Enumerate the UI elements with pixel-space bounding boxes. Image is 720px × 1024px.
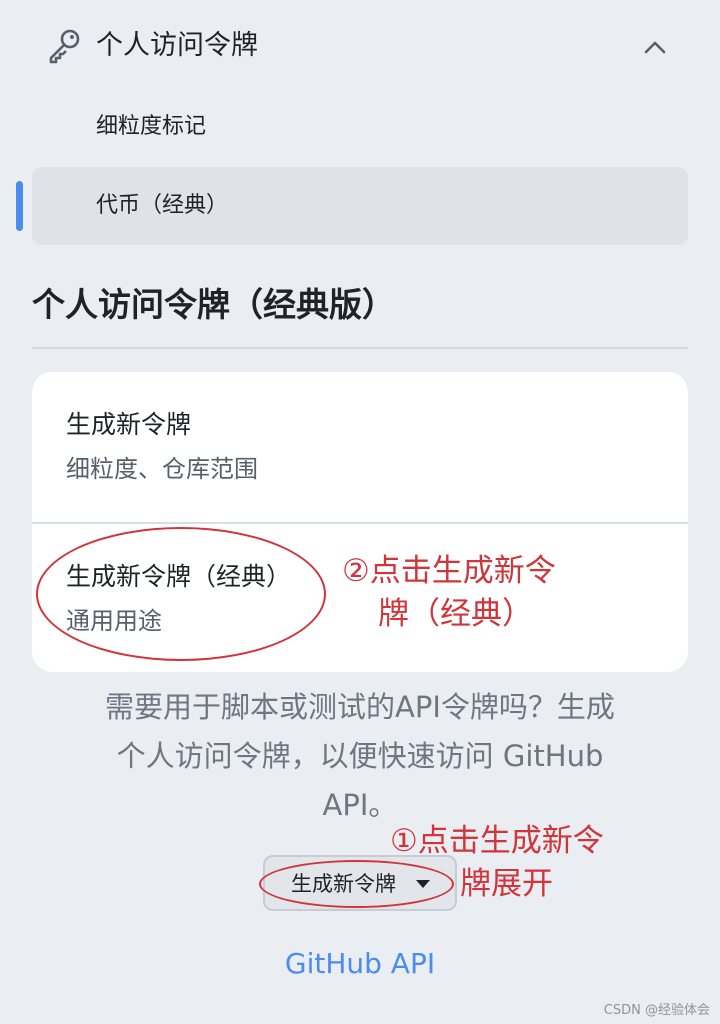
annotation-step2: ②点击生成新令 牌（经典） (342, 550, 592, 636)
annotation-step2-line1: ②点击生成新令 (342, 553, 556, 589)
watermark: CSDN @经验体会 (603, 1003, 710, 1018)
nav-item-tokens-classic[interactable]: 代币（经典） (32, 167, 688, 245)
menu-item-title: 生成新令牌 (66, 410, 192, 439)
page-title: 个人访问令牌（经典版） (32, 285, 395, 324)
github-api-link[interactable]: GitHub API (0, 944, 720, 984)
menu-item-description: 细粒度、仓库范围 (66, 455, 258, 483)
annotation-step1-line1: ①点击生成新令 (390, 823, 604, 859)
active-indicator (16, 181, 23, 231)
annotation-step2-line2: 牌（经典） (378, 596, 533, 632)
annotation-step1-line2: 牌展开 (460, 866, 553, 902)
nav-section-title: 个人访问令牌 (96, 30, 258, 61)
nav-section-header[interactable]: 个人访问令牌 (0, 0, 720, 92)
help-text: 需要用于脚本或测试的API令牌吗？生成个人访问令牌，以便快速访问 GitHub … (105, 690, 615, 822)
divider (32, 347, 688, 349)
nav-item-fine-grained-tokens[interactable]: 细粒度标记 (96, 109, 206, 145)
annotation-ellipse-step2 (36, 527, 326, 661)
menu-item-fine-grained[interactable]: 生成新令牌 细粒度、仓库范围 (32, 372, 688, 522)
chevron-up-icon[interactable] (640, 32, 670, 62)
annotation-step1: ①点击生成新令 牌展开 (390, 820, 650, 906)
key-icon (49, 29, 80, 64)
nav-item-label: 代币（经典） (96, 193, 229, 218)
